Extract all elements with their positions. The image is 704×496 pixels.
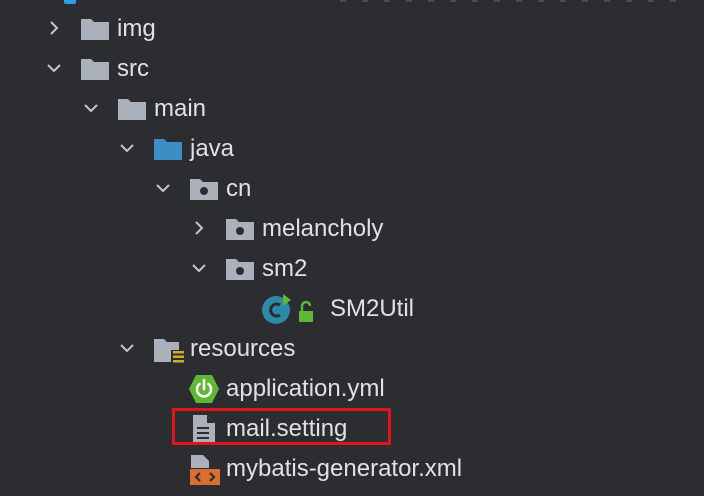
tree-item-resources[interactable]: resources bbox=[0, 329, 704, 369]
tree-item-label: application.yml bbox=[226, 375, 385, 402]
folder-icon bbox=[117, 96, 147, 122]
tree-item-mybatis-generator-xml[interactable]: mybatis-generator.xml bbox=[0, 449, 704, 489]
tree-item-img[interactable]: img bbox=[0, 9, 704, 49]
spring-boot-icon bbox=[188, 373, 220, 405]
tree-item-label: java bbox=[190, 135, 235, 162]
tree-item-application-yml[interactable]: application.yml bbox=[0, 369, 704, 409]
chevron-down-icon[interactable] bbox=[45, 59, 63, 77]
chevron-down-icon[interactable] bbox=[190, 259, 208, 277]
tree-item-label: main bbox=[154, 95, 207, 122]
tree-item-label: melancholy bbox=[262, 215, 384, 242]
java-class-icon bbox=[261, 293, 319, 325]
chevron-down-icon[interactable] bbox=[118, 139, 136, 157]
tree-item-label: sm2 bbox=[262, 255, 308, 282]
package-icon bbox=[225, 216, 255, 242]
chevron-down-icon[interactable] bbox=[82, 99, 100, 117]
tree-item-label: cn bbox=[226, 175, 252, 202]
tree-item-label: resources bbox=[190, 335, 296, 362]
top-edge bbox=[0, 0, 704, 6]
tree-item-main[interactable]: main bbox=[0, 89, 704, 129]
source-root-folder-icon bbox=[153, 136, 183, 162]
highlight-box bbox=[172, 408, 391, 445]
tree-item-label: mybatis-generator.xml bbox=[226, 455, 463, 482]
tree-item-label: SM2Util bbox=[330, 295, 415, 322]
tree-item-cn[interactable]: cn bbox=[0, 169, 704, 209]
tree-item-melancholy[interactable]: melancholy bbox=[0, 209, 704, 249]
tree-item-sm2util[interactable]: SM2Util bbox=[0, 289, 704, 329]
selection-marker bbox=[64, 0, 76, 4]
package-icon bbox=[225, 256, 255, 282]
chevron-right-icon[interactable] bbox=[45, 19, 63, 37]
chevron-down-icon[interactable] bbox=[154, 179, 172, 197]
path-hint bbox=[340, 0, 680, 2]
folder-icon bbox=[80, 56, 110, 82]
chevron-down-icon[interactable] bbox=[118, 339, 136, 357]
chevron-right-icon[interactable] bbox=[190, 219, 208, 237]
tree-item-java[interactable]: java bbox=[0, 129, 704, 169]
tree-item-label: src bbox=[117, 55, 149, 82]
folder-icon bbox=[80, 16, 110, 42]
tree-item-label: img bbox=[117, 15, 156, 42]
xml-file-icon bbox=[189, 454, 221, 486]
tree-item-sm2[interactable]: sm2 bbox=[0, 249, 704, 289]
resources-folder-icon bbox=[153, 336, 187, 364]
tree-item-src[interactable]: src bbox=[0, 49, 704, 89]
package-icon bbox=[189, 176, 219, 202]
